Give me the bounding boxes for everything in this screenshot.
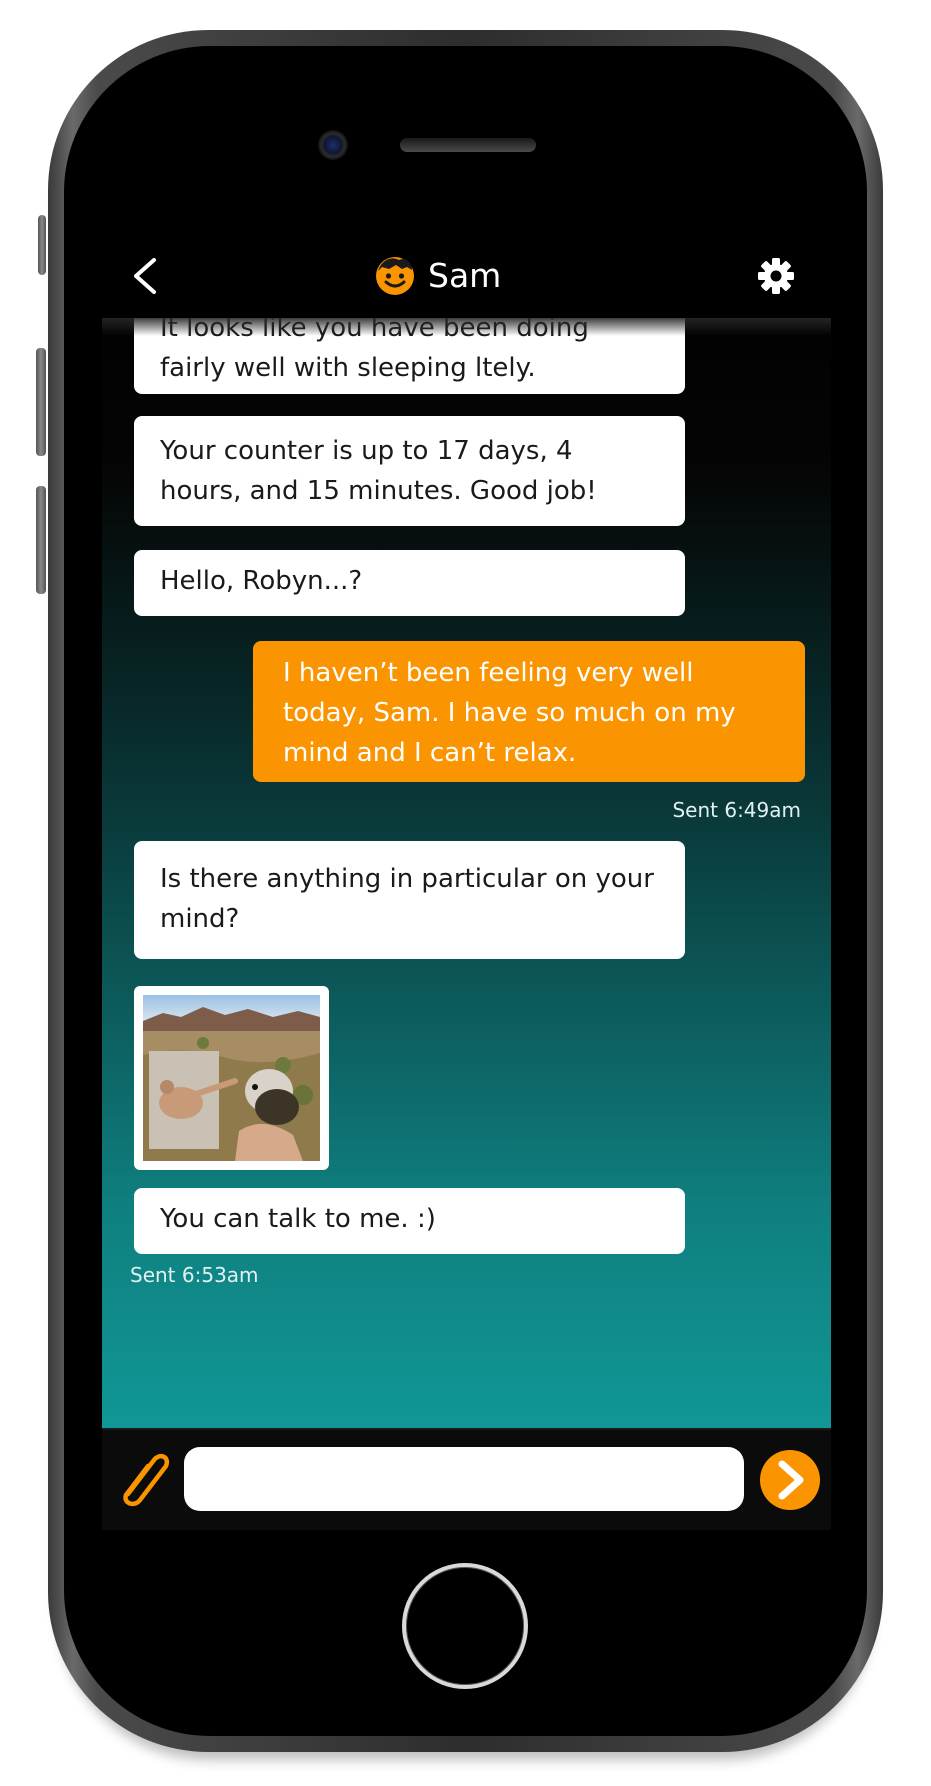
message-composer bbox=[102, 1428, 831, 1530]
outgoing-timestamp: Sent 6:49am bbox=[672, 798, 801, 822]
message-text: You can talk to me. :) bbox=[160, 1204, 436, 1234]
side-button-volume-down bbox=[36, 486, 46, 594]
back-button[interactable] bbox=[126, 254, 166, 298]
chevron-right-icon bbox=[778, 1460, 804, 1500]
attach-button[interactable] bbox=[114, 1446, 176, 1512]
message-input[interactable] bbox=[184, 1447, 744, 1511]
message-text: Hello, Robyn...? bbox=[160, 566, 363, 596]
shared-photo bbox=[143, 995, 320, 1161]
chat-screen: Sam It looks like you have bbox=[102, 240, 831, 1530]
image-message[interactable] bbox=[134, 986, 329, 1170]
message-text: Your counter is up to 17 days, 4 hours, … bbox=[160, 436, 597, 506]
message-bubble-incoming: Hello, Robyn...? bbox=[134, 550, 685, 616]
send-button[interactable] bbox=[760, 1450, 820, 1510]
contact-info[interactable]: Sam bbox=[374, 252, 501, 298]
settings-button[interactable] bbox=[754, 254, 798, 298]
contact-name: Sam bbox=[428, 255, 502, 295]
side-button-volume-up bbox=[36, 348, 46, 456]
paperclip-icon bbox=[123, 1453, 170, 1507]
front-camera bbox=[318, 130, 348, 160]
message-bubble-incoming: You can talk to me. :) bbox=[134, 1188, 685, 1254]
message-bubble-outgoing: I haven’t been feeling very well today, … bbox=[253, 641, 805, 782]
chat-header: Sam bbox=[102, 240, 831, 336]
message-list[interactable]: It looks like you have been doing fairly… bbox=[102, 308, 831, 1428]
home-button[interactable] bbox=[402, 1563, 528, 1689]
gear-icon bbox=[758, 258, 794, 294]
side-button-mute bbox=[38, 215, 46, 275]
message-text: Is there anything in particular on your … bbox=[160, 864, 654, 934]
incoming-timestamp: Sent 6:53am bbox=[130, 1263, 259, 1287]
smiley-avatar-icon bbox=[376, 257, 414, 295]
earpiece-speaker bbox=[400, 138, 536, 152]
chevron-left-icon bbox=[134, 258, 156, 294]
message-text: I haven’t been feeling very well today, … bbox=[283, 658, 736, 768]
message-bubble-incoming: Your counter is up to 17 days, 4 hours, … bbox=[134, 416, 685, 526]
message-bubble-incoming: Is there anything in particular on your … bbox=[134, 841, 685, 959]
